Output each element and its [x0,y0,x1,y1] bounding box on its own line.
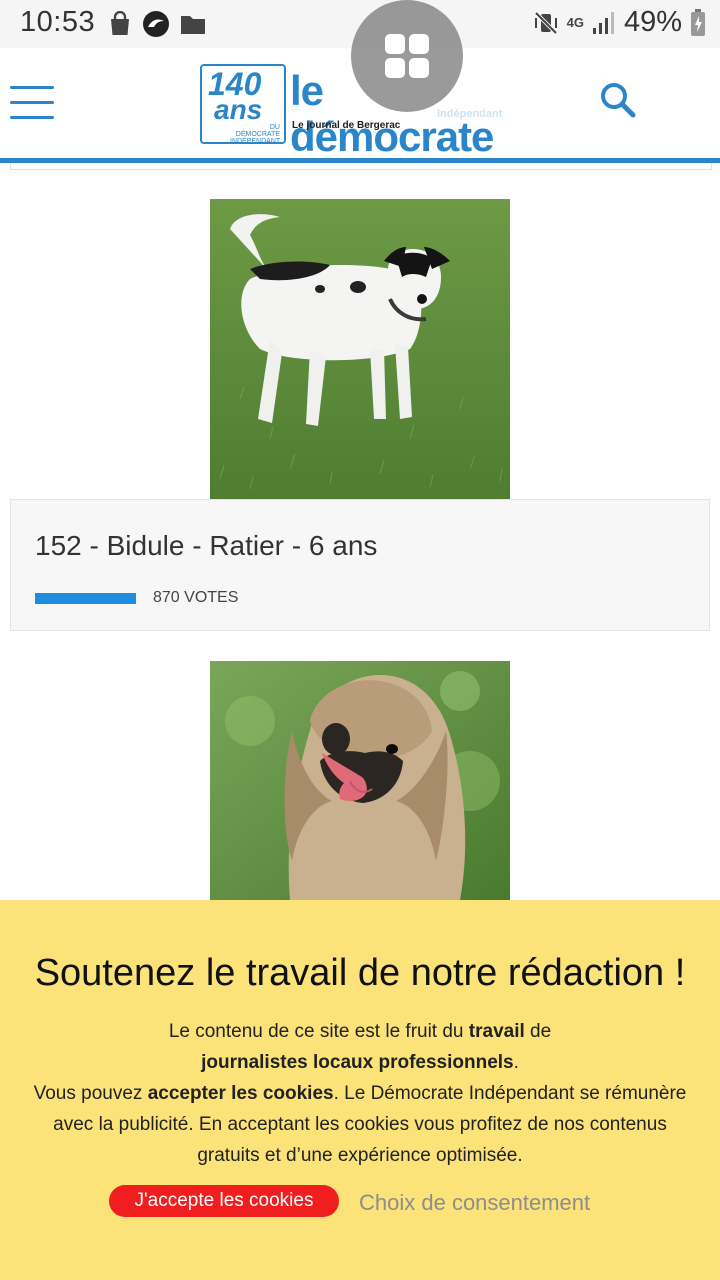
entry-title: 152 - Bidule - Ratier - 6 ans [35,530,378,561]
cookie-consent-banner: Soutenez le travail de notre rédaction !… [0,900,720,1280]
consent-choice-link[interactable]: Choix de consentement [359,1190,590,1216]
accept-cookies-button[interactable]: J'accepte les cookies [109,1185,339,1217]
vibrate-mute-icon [534,11,558,34]
anniversary-small-text: DU DÉMOCRATE INDÉPENDANT [230,124,281,145]
consent-text-part: . [513,1052,519,1073]
consent-text-part: Le contenu de ce site est le fruit du [168,1021,469,1042]
dog-photo[interactable] [210,199,510,499]
floating-apps-icon[interactable] [351,0,463,112]
vote-card[interactable]: 152 - Bidule - Ratier - 6 ans 870 VOTES [10,499,710,631]
app-notification-icon [143,11,169,37]
search-icon[interactable] [598,80,638,120]
consent-text-part: Vous pouvez [33,1083,148,1104]
consent-text-bold: journalistes locaux professionnels [201,1052,514,1073]
logo-name-suffix: Indépendant [437,108,503,120]
anniversary-badge: 140 ans DU DÉMOCRATE INDÉPENDANT [200,64,286,145]
folder-icon [181,16,205,34]
logo-tagline: Le journal de Bergerac [292,120,401,131]
network-type: 4G [566,14,584,30]
consent-text: Le contenu de ce site est le fruit du tr… [20,1016,700,1171]
status-time: 10:53 [20,6,96,38]
consent-text-bold: travail [468,1021,525,1042]
status-right: 4G 49% [533,6,706,39]
vote-count: 870 VOTES [153,589,239,606]
previous-card-bottom [10,163,712,170]
hamburger-menu-icon[interactable] [10,86,54,120]
anniversary-word: ans [214,94,263,125]
consent-title: Soutenez le travail de notre rédaction ! [34,952,686,994]
dog-photo-2[interactable] [210,661,510,900]
notification-icons [108,10,206,38]
consent-text-part: de [524,1021,552,1042]
battery-percent: 49% [623,6,682,38]
signal-icon [592,11,614,34]
shopping-bag-icon [111,11,129,35]
vote-progress-bar [35,593,136,604]
consent-text-bold: accepter les cookies [147,1083,334,1104]
battery-icon [691,8,705,36]
